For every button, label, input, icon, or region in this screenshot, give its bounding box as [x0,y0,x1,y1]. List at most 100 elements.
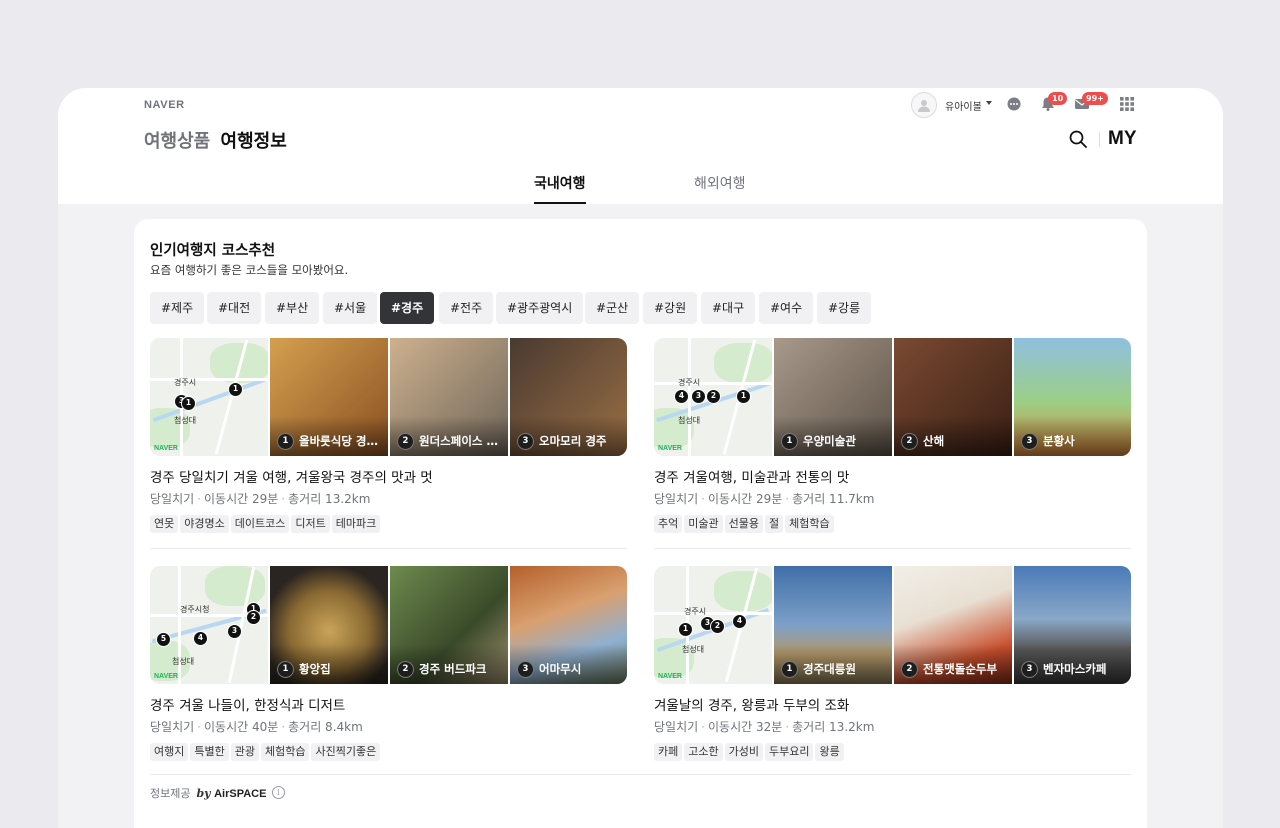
course-image-strip[interactable]: 경주시 첨성대 3 1 1 NAVER 1 올바릇식당 경주점 2 원더스페이스… [150,338,627,456]
naver-map-logo: NAVER [154,445,178,452]
stop-photo[interactable]: 3 오마모리 경주 [510,338,627,456]
chip-jeju[interactable]: #제주 [150,292,205,324]
map-city-label: 경주시 [684,607,707,616]
chat-icon[interactable] [1006,96,1022,112]
row-divider [654,548,1131,549]
chevron-down-icon[interactable] [986,101,992,105]
stop-number: 1 [781,433,798,450]
map-sub-label: 첨성대 [172,657,195,666]
course-image-strip[interactable]: 경주시청 첨성대 1 2 3 4 5 NAVER 1 황앙집 2 경주 버드파크… [150,566,627,684]
map-pin: 1 [678,622,693,637]
course-map[interactable]: 경주시청 첨성대 1 2 3 4 5 NAVER [150,566,268,684]
course-meta: 당일치기 · 이동시간 40분 · 총거리 8.4km [150,720,363,734]
stop-number: 3 [1021,433,1038,450]
chip-gangneung[interactable]: #강릉 [817,292,872,324]
stop-photo[interactable]: 3 분황사 [1014,338,1131,456]
course-type: 당일치기 [654,492,699,506]
stop-name: 경주대릉원 [803,662,856,676]
course-map[interactable]: 경주시 첨성대 1 3 2 4 NAVER [654,566,772,684]
course-card[interactable]: 경주시 첨성대 1 3 2 4 NAVER 1 경주대릉원 2 전통맷돌순두부 [654,566,1131,781]
stop-photo[interactable]: 2 전통맷돌순두부 [894,566,1012,684]
course-title[interactable]: 겨울날의 경주, 왕릉과 두부의 조화 [654,694,849,714]
chip-seoul[interactable]: #서울 [323,292,378,324]
course-tags: 여행지 특별한 관광 체험학습 사진찍기좋은 [150,740,382,761]
chip-gwangju[interactable]: #광주광역시 [496,292,584,324]
course-tag: 체험학습 [785,515,834,533]
map-pin: 4 [732,614,747,629]
course-card[interactable]: 경주시 첨성대 3 1 1 NAVER 1 올바릇식당 경주점 2 원더스페이스… [150,338,627,553]
course-time: 이동시간 29분 [204,492,279,506]
course-map[interactable]: 경주시 첨성대 3 1 1 NAVER [150,338,268,456]
stop-name: 경주 버드파크 [419,662,487,676]
stop-photo[interactable]: 2 경주 버드파크 [390,566,508,684]
course-tag: 두부요리 [765,743,814,761]
chip-busan[interactable]: #부산 [265,292,320,324]
stop-photo[interactable]: 1 경주대릉원 [774,566,892,684]
stop-name: 올바릇식당 경주점 [299,434,384,448]
map-pin: 2 [246,610,261,625]
course-image-strip[interactable]: 경주시 첨성대 1 3 2 4 NAVER 1 경주대릉원 2 전통맷돌순두부 [654,566,1131,684]
stop-number: 3 [1021,661,1038,678]
chip-daejeon[interactable]: #대전 [207,292,262,324]
course-meta: 당일치기 · 이동시간 32분 · 총거리 13.2km [654,720,875,734]
service-sub-link[interactable]: 여행상품 [144,131,210,152]
search-icon[interactable] [1068,129,1088,149]
stop-name: 어마무시 [539,662,582,676]
course-tag: 가성비 [724,743,763,761]
course-tag: 체험학습 [261,743,310,761]
course-image-strip[interactable]: 경주시 첨성대 4 3 2 1 NAVER 1 우양미술관 2 산해 3 분황사 [654,338,1131,456]
map-pin: 2 [710,619,725,634]
service-main-title[interactable]: 여행정보 [221,131,287,152]
map-sub-label: 첨성대 [678,416,701,425]
notification-badge: 10 [1048,92,1068,105]
service-title: 여행상품 여행정보 [144,127,287,153]
course-map[interactable]: 경주시 첨성대 4 3 2 1 NAVER [654,338,772,456]
tab-overseas[interactable]: 해외여행 [694,173,746,193]
course-meta: 당일치기 · 이동시간 29분 · 총거리 11.7km [654,492,875,506]
my-button[interactable]: MY [1108,128,1137,150]
provider-label: 정보제공 [150,787,191,800]
stop-photo[interactable]: 1 황앙집 [270,566,388,684]
naver-map-logo: NAVER [154,673,178,680]
apps-grid-icon[interactable] [1119,96,1135,112]
chip-jeonju[interactable]: #전주 [439,292,494,324]
course-tags: 카페 고소한 가성비 두부요리 왕릉 [654,740,846,761]
avatar[interactable] [911,92,937,118]
course-title[interactable]: 경주 겨울 나들이, 한정식과 디저트 [150,694,345,714]
stop-name: 벤자마스카페 [1043,662,1107,676]
stop-photo[interactable]: 3 어마무시 [510,566,627,684]
chip-gyeongju[interactable]: #경주 [380,292,435,324]
stop-photo[interactable]: 1 우양미술관 [774,338,892,456]
course-meta: 당일치기 · 이동시간 29분 · 총거리 13.2km [150,492,371,506]
stop-photo[interactable]: 1 올바릇식당 경주점 [270,338,388,456]
chip-daegu[interactable]: #대구 [701,292,756,324]
course-card[interactable]: 경주시 첨성대 4 3 2 1 NAVER 1 우양미술관 2 산해 3 분황사… [654,338,1131,553]
stop-number: 2 [901,433,918,450]
info-icon[interactable]: i [272,786,285,799]
stop-name: 전통맷돌순두부 [923,662,998,676]
stop-photo[interactable]: 3 벤자마스카페 [1014,566,1131,684]
row-divider [150,548,627,549]
course-title[interactable]: 경주 겨울여행, 미술관과 전통의 맛 [654,466,849,486]
map-pin: 5 [156,632,171,647]
course-type: 당일치기 [654,720,699,734]
course-distance: 총거리 11.7km [792,492,875,506]
chip-gangwon[interactable]: #강원 [643,292,698,324]
stop-photo[interactable]: 2 원더스페이스 경주 [390,338,508,456]
map-pin: 1 [181,396,196,411]
course-tag: 미술관 [684,515,723,533]
tab-domestic[interactable]: 국내여행 [534,173,586,204]
header: NAVER 여행상품 여행정보 유아이볼 10 99+ MY 국내여행 해외여행 [58,88,1223,204]
course-tag: 연못 [150,515,179,533]
chip-yeosu[interactable]: #여수 [759,292,814,324]
username[interactable]: 유아이볼 [945,98,982,113]
naver-logo[interactable]: NAVER [144,99,185,111]
airspace-logo: AirSPACE [214,788,267,800]
course-tag: 추억 [654,515,683,533]
chip-gunsan[interactable]: #군산 [585,292,640,324]
course-title[interactable]: 경주 당일치기 겨울 여행, 겨울왕국 경주의 맛과 멋 [150,466,433,486]
course-tag: 선물용 [724,515,763,533]
course-tag: 여행지 [150,743,189,761]
course-card[interactable]: 경주시청 첨성대 1 2 3 4 5 NAVER 1 황앙집 2 경주 버드파크… [150,566,627,781]
stop-photo[interactable]: 2 산해 [894,338,1012,456]
